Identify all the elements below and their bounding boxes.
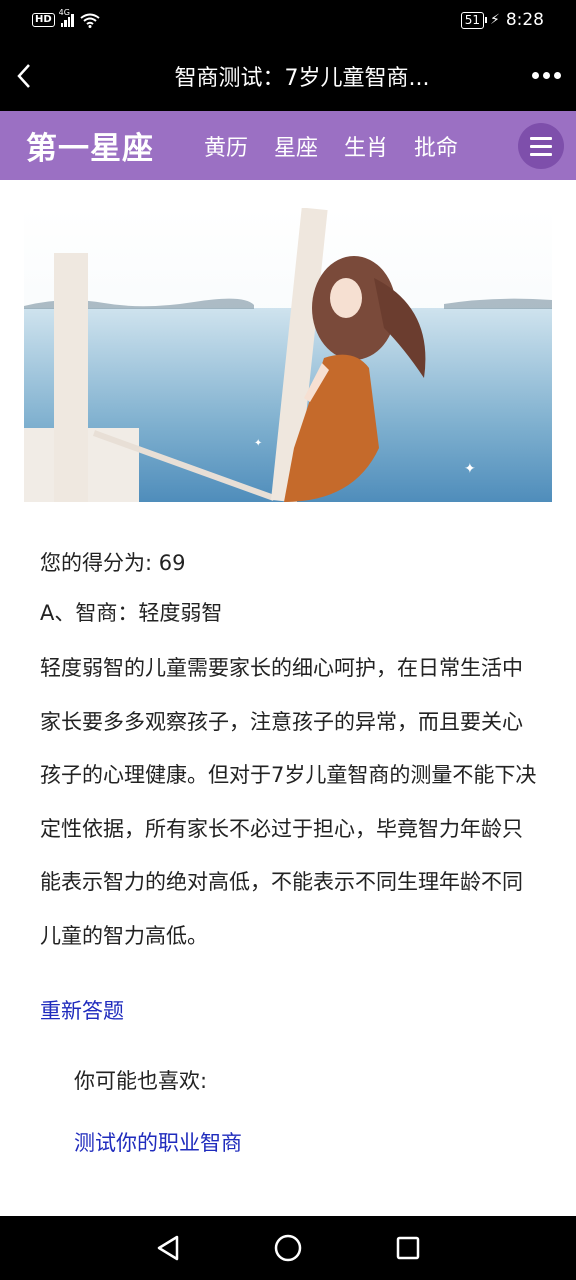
circle-home-icon: [274, 1234, 302, 1262]
recommend-label: 你可能也喜欢:: [74, 1069, 208, 1093]
triangle-back-icon: [157, 1235, 179, 1261]
svg-text:✦: ✦: [254, 438, 262, 449]
square-recents-icon: [396, 1236, 420, 1260]
clock: 8:28: [505, 10, 544, 30]
site-header: 第一星座 黄历 星座 生肖 批命: [0, 111, 576, 180]
hero-illustration: ✦ ✦: [24, 208, 552, 502]
charging-icon: ⚡: [489, 12, 500, 28]
retake-link[interactable]: 重新答题: [40, 991, 540, 1031]
back-nav-button[interactable]: [151, 1231, 185, 1265]
dot-icon: [542, 72, 550, 79]
result-description: 轻度弱智的儿童需要家长的细心呵护，在日常生活中家长要多多观察孩子，注意孩子的异常…: [40, 656, 537, 948]
chevron-left-icon: [17, 63, 30, 88]
nav-item-huangli[interactable]: 黄历: [204, 130, 248, 162]
more-options-button[interactable]: [516, 40, 576, 111]
status-bar: HD 4G 51 ⚡ 8:28: [0, 0, 576, 40]
menu-icon-line: [530, 152, 552, 156]
page-title: 智商测试：7岁儿童智商...: [174, 65, 430, 91]
site-nav: 黄历 星座 生肖 批命: [204, 130, 458, 162]
system-nav-bar: [0, 1216, 576, 1280]
site-logo[interactable]: 第一星座: [26, 123, 154, 168]
home-nav-button[interactable]: [271, 1231, 305, 1265]
dot-icon: [531, 72, 539, 79]
signal-icon: 4G: [59, 8, 74, 27]
score-line: 您的得分为: 69: [40, 551, 186, 575]
recommend-link[interactable]: 测试你的职业智商: [74, 1123, 540, 1163]
menu-icon-line: [530, 136, 552, 140]
network-type: 4G: [58, 8, 70, 17]
back-button[interactable]: [0, 40, 48, 111]
result-content: 您的得分为: 69 A、智商：轻度弱智 轻度弱智的儿童需要家长的细心呵护，在日常…: [40, 540, 540, 1163]
nav-item-piming[interactable]: 批命: [414, 130, 458, 162]
title-bar: 智商测试：7岁儿童智商...: [0, 40, 576, 111]
svg-text:✦: ✦: [464, 461, 476, 477]
hd-badge: HD: [32, 13, 55, 27]
dot-icon: [553, 72, 561, 79]
result-level: A、智商：轻度弱智: [40, 601, 223, 625]
battery-icon: 51: [460, 11, 488, 29]
menu-button[interactable]: [518, 123, 564, 169]
nav-item-xingzuo[interactable]: 星座: [274, 130, 318, 162]
menu-icon-line: [530, 144, 552, 148]
nav-item-shengxiao[interactable]: 生肖: [344, 130, 388, 162]
recents-nav-button[interactable]: [391, 1231, 425, 1265]
wifi-icon: [80, 13, 100, 28]
